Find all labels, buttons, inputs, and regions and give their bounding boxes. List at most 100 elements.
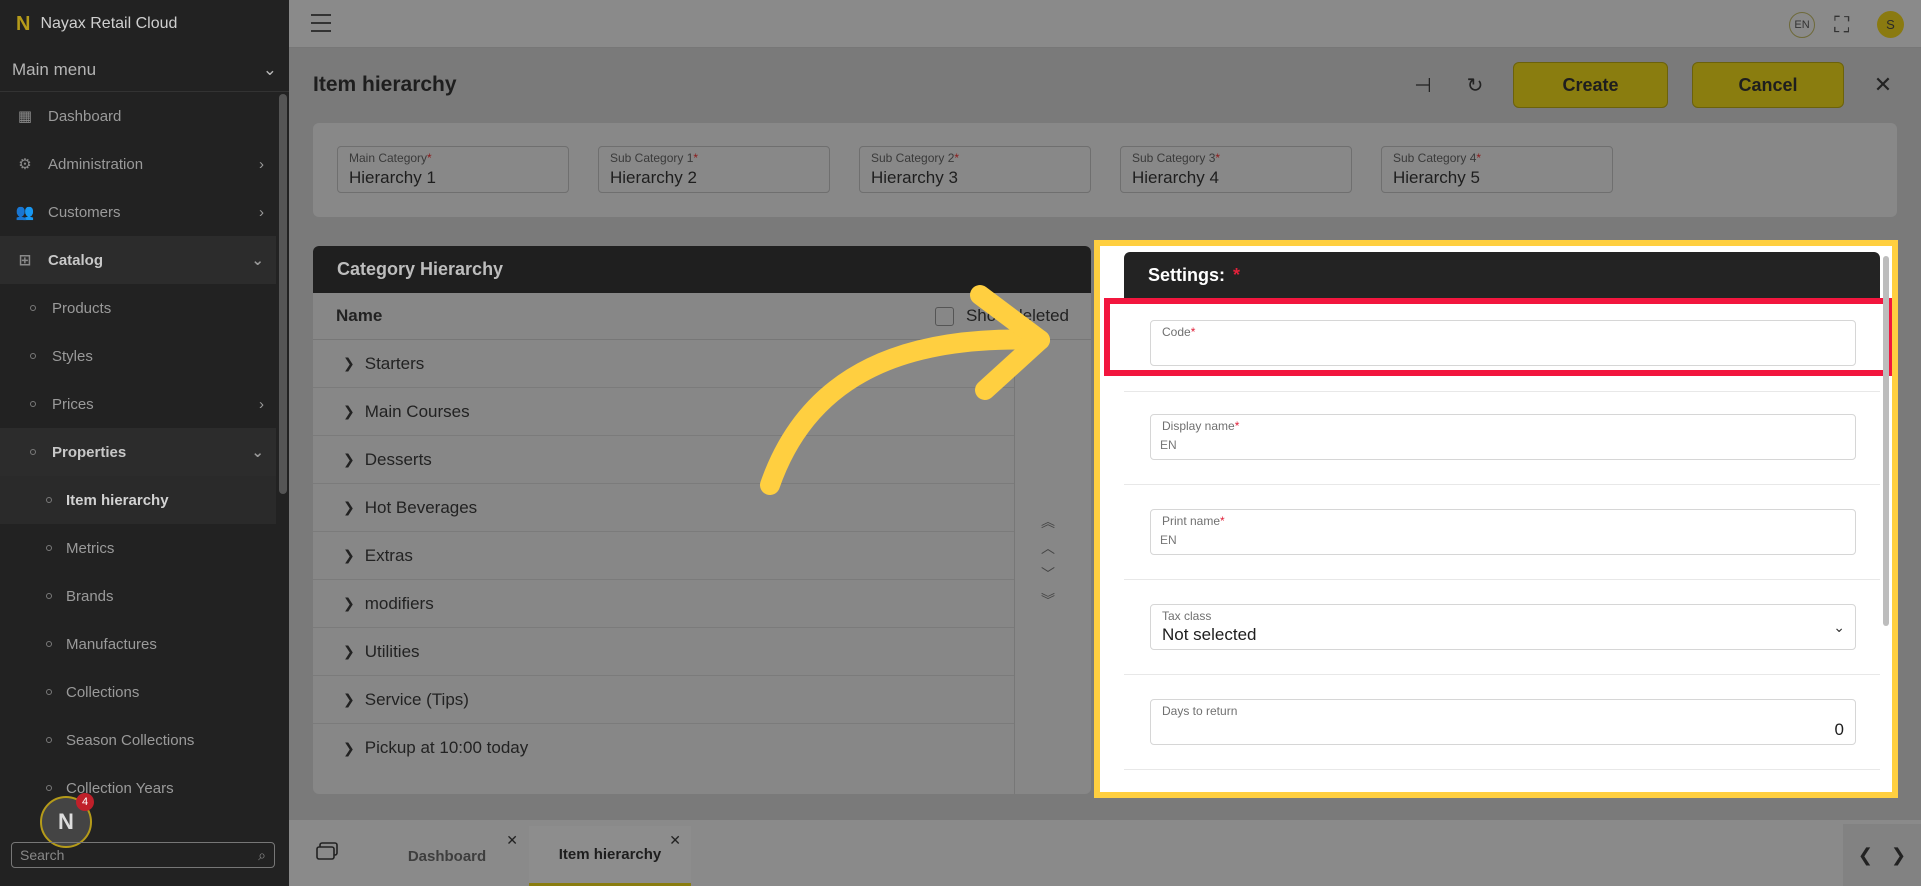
field-label: Sub Category 3: [1132, 151, 1216, 165]
sub-category-4-field[interactable]: Sub Category 4* Hierarchy 5: [1381, 146, 1613, 193]
windows-icon[interactable]: [316, 842, 338, 860]
sidebar-item-administration[interactable]: ⚙ Administration ›: [0, 140, 276, 188]
sidebar-item-prices[interactable]: Prices ›: [0, 380, 276, 428]
sidebar-item-season-collections[interactable]: Season Collections: [0, 716, 276, 764]
chevron-right-icon[interactable]: ❯: [343, 547, 355, 564]
tax-class-select[interactable]: Tax class Not selected ⌄: [1150, 604, 1856, 650]
sidebar-item-styles[interactable]: Styles: [0, 332, 276, 380]
tree-row-label: Extras: [364, 545, 413, 565]
sidebar-item-catalog[interactable]: ⊞ Catalog ⌄: [0, 236, 276, 284]
search-placeholder: Search: [20, 847, 65, 863]
page-title: Item hierarchy: [313, 73, 457, 96]
sidebar-item-customers[interactable]: 👥 Customers ›: [0, 188, 276, 236]
language-tag: EN: [1160, 438, 1177, 452]
bullet-icon: [46, 497, 52, 503]
chevron-right-icon: ›: [259, 203, 264, 221]
tree-row[interactable]: ❯ modifiers: [313, 580, 1014, 628]
reorder-controls: ︽ ︿ ﹀ ︾: [1033, 512, 1063, 610]
tab-dashboard[interactable]: Dashboard ✕: [366, 826, 528, 886]
sidebar-item-label: Brands: [66, 587, 114, 605]
tree-row-label: modifiers: [364, 593, 434, 613]
main-menu-toggle[interactable]: Main menu ⌄: [0, 48, 289, 92]
close-icon[interactable]: ✕: [1868, 70, 1898, 100]
tree-row[interactable]: ❯ Service (Tips): [313, 676, 1014, 724]
user-avatar[interactable]: S: [1877, 11, 1904, 38]
sidebar-item-item-hierarchy[interactable]: Item hierarchy: [0, 476, 276, 524]
field-label: Main Category: [349, 151, 428, 165]
chevron-right-icon[interactable]: ❯: [343, 595, 355, 612]
field-label: Print name: [1162, 514, 1221, 528]
app-name: Nayax Retail Cloud: [40, 15, 178, 32]
bullet-icon: [46, 545, 52, 551]
brand: N Nayax Retail Cloud: [0, 0, 289, 48]
chevron-right-icon[interactable]: ❯: [343, 403, 355, 420]
field-label: Sub Category 2: [871, 151, 955, 165]
close-icon[interactable]: ✕: [506, 832, 518, 849]
tab-scroll-controls: ❮ ❯: [1843, 824, 1921, 886]
sidebar-item-properties[interactable]: Properties ⌄: [0, 428, 276, 476]
sidebar-scrollbar[interactable]: [279, 94, 287, 494]
chevron-right-icon[interactable]: ❯: [343, 355, 355, 372]
bullet-icon: [46, 593, 52, 599]
bullet-icon: [30, 305, 36, 311]
bullet-icon: [46, 785, 52, 791]
sidebar-item-label: Catalog: [48, 251, 104, 269]
tree-row[interactable]: ❯ Utilities: [313, 628, 1014, 676]
language-tag: EN: [1160, 533, 1177, 547]
move-up-icon[interactable]: ︿: [1041, 538, 1055, 558]
chevron-right-icon: ›: [259, 155, 264, 173]
required-marker: *: [1233, 265, 1241, 285]
chevron-right-icon[interactable]: ❯: [343, 499, 355, 516]
chevron-right-icon[interactable]: ❯: [1891, 845, 1906, 866]
sidebar-item-label: Item hierarchy: [66, 491, 169, 509]
sidebar-nav: ▦ Dashboard ⚙ Administration › 👥 Custome…: [0, 92, 276, 812]
cancel-button[interactable]: Cancel: [1692, 62, 1844, 108]
move-down-icon[interactable]: ﹀: [1041, 564, 1055, 584]
chevron-right-icon[interactable]: ❯: [343, 451, 355, 468]
tab-item-hierarchy[interactable]: Item hierarchy ✕: [529, 826, 691, 886]
refresh-icon[interactable]: ↻: [1460, 70, 1490, 100]
tree-row-label: Desserts: [364, 449, 432, 469]
sub-category-1-field[interactable]: Sub Category 1* Hierarchy 2: [598, 146, 830, 193]
sidebar-item-collections[interactable]: Collections: [0, 668, 276, 716]
sidebar-item-label: Season Collections: [66, 731, 195, 749]
sidebar-item-manufactures[interactable]: Manufactures: [0, 620, 276, 668]
tree-row-label: Starters: [364, 353, 425, 373]
language-button[interactable]: EN: [1789, 12, 1815, 38]
sub-category-2-field[interactable]: Sub Category 2* Hierarchy 3: [859, 146, 1091, 193]
chevron-right-icon[interactable]: ❯: [343, 643, 355, 660]
field-label: Display name: [1162, 419, 1235, 433]
bullet-icon: [30, 449, 36, 455]
sub-category-3-field[interactable]: Sub Category 3* Hierarchy 4: [1120, 146, 1352, 193]
main-category-field[interactable]: Main Category* Hierarchy 1: [337, 146, 569, 193]
pin-icon[interactable]: ⊣: [1408, 70, 1438, 100]
tree-row[interactable]: ❯ Extras: [313, 532, 1014, 580]
close-icon[interactable]: ✕: [669, 832, 681, 849]
fullscreen-icon[interactable]: ⛶: [1834, 12, 1858, 37]
display-name-field[interactable]: Display name* EN: [1150, 414, 1856, 460]
sidebar-item-products[interactable]: Products: [0, 284, 276, 332]
move-bottom-icon[interactable]: ︾: [1041, 590, 1055, 610]
field-value: Hierarchy 5: [1393, 168, 1480, 187]
chevron-down-icon: ⌄: [251, 444, 264, 461]
chevron-left-icon[interactable]: ❮: [1858, 845, 1873, 866]
create-button[interactable]: Create: [1513, 62, 1668, 108]
field-label: Sub Category 4: [1393, 151, 1477, 165]
days-to-return-field[interactable]: Days to return 0: [1150, 699, 1856, 745]
sidebar-item-dashboard[interactable]: ▦ Dashboard: [0, 92, 276, 140]
tree-row-label: Main Courses: [364, 401, 470, 421]
sidebar-search-input[interactable]: Search ⌕: [11, 842, 275, 868]
chevron-right-icon[interactable]: ❯: [343, 691, 355, 708]
sidebar-item-collection-years[interactable]: Collection Years: [0, 764, 276, 812]
chevron-right-icon[interactable]: ❯: [343, 740, 355, 757]
sidebar-item-metrics[interactable]: Metrics: [0, 524, 276, 572]
move-top-icon[interactable]: ︽: [1041, 512, 1055, 532]
settings-scrollbar[interactable]: [1883, 256, 1889, 626]
hamburger-menu-icon[interactable]: [311, 14, 331, 32]
tree-row[interactable]: ❯ Pickup at 10:00 today: [313, 724, 1014, 772]
divider: [1124, 579, 1880, 580]
tree-row-label: Utilities: [364, 641, 420, 661]
sidebar-item-brands[interactable]: Brands: [0, 572, 276, 620]
sidebar-item-label: Prices: [52, 395, 94, 413]
print-name-field[interactable]: Print name* EN: [1150, 509, 1856, 555]
